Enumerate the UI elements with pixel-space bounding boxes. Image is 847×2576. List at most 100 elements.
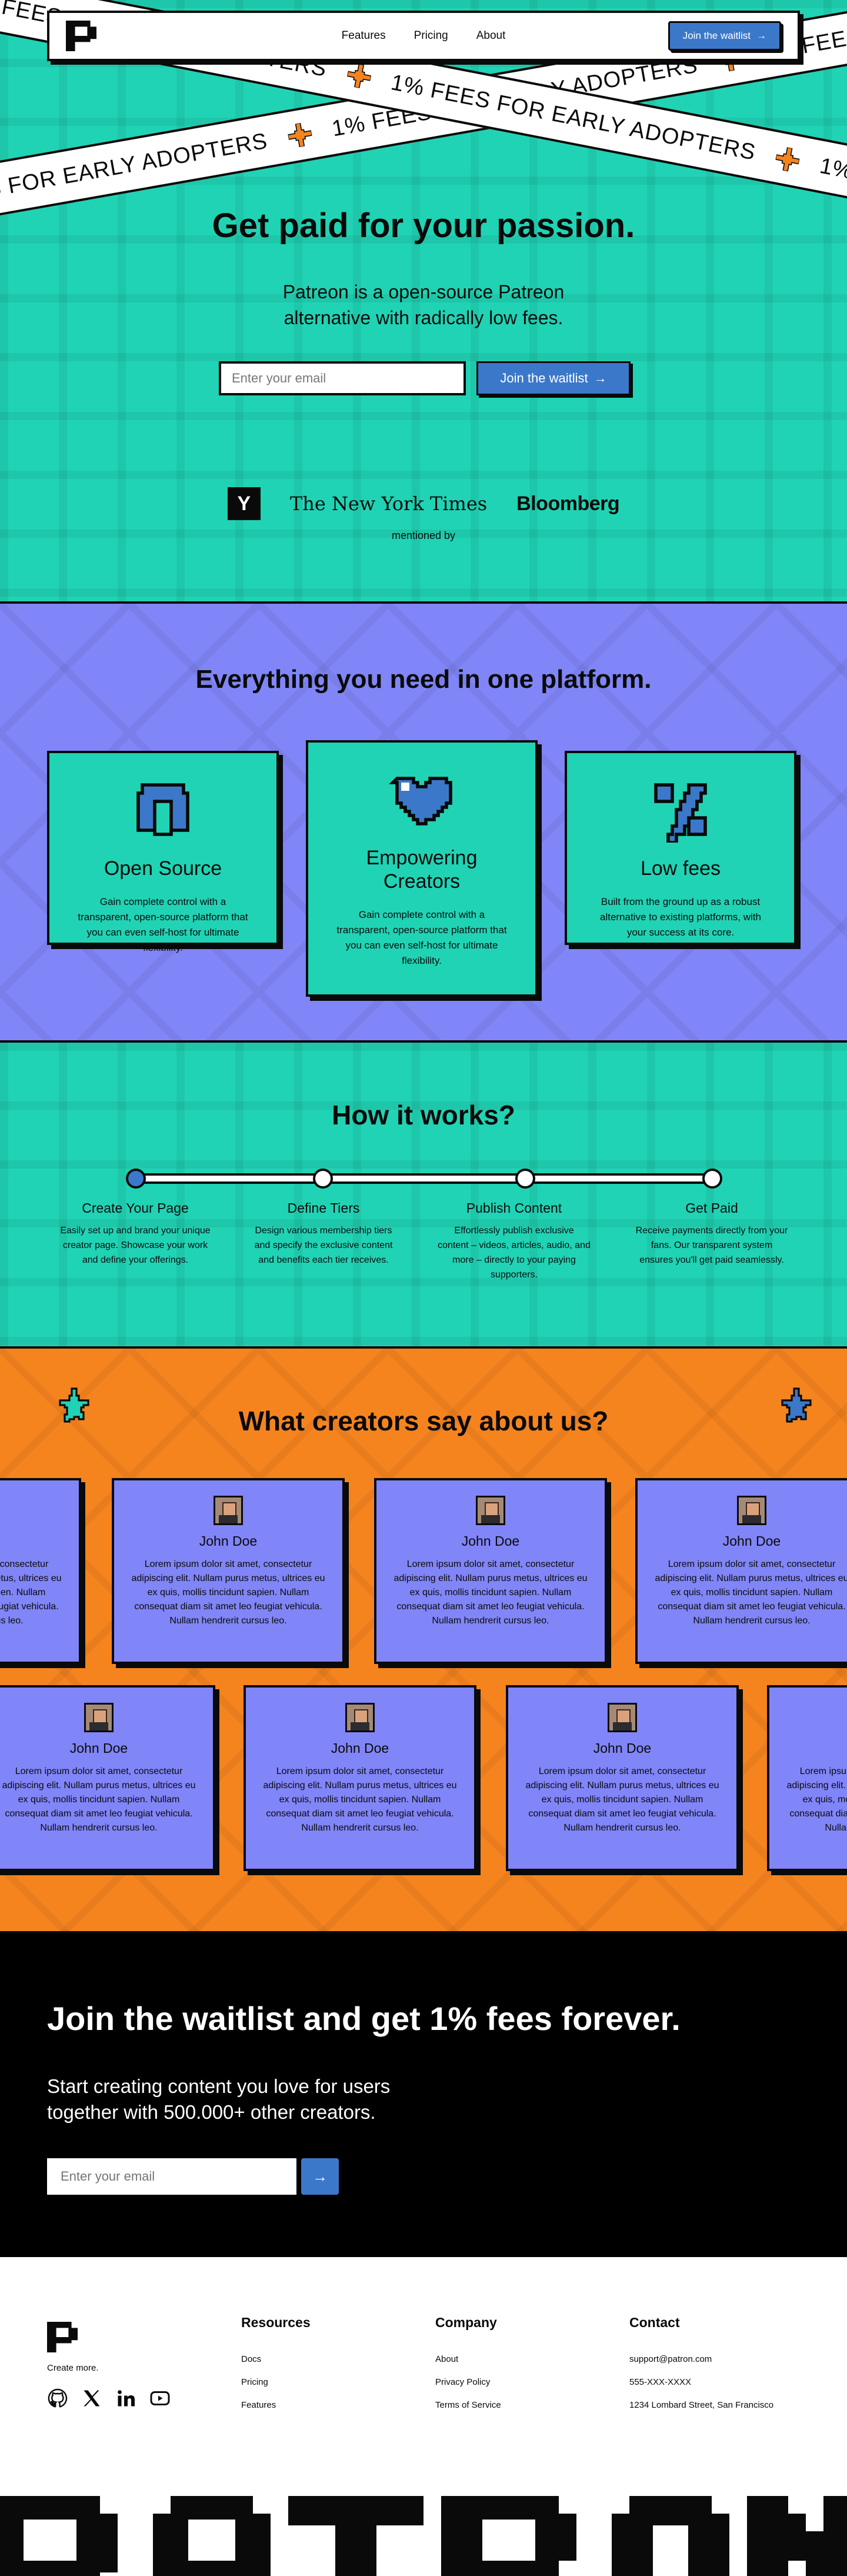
x-twitter-icon[interactable]: [81, 2388, 102, 2409]
waitlist-form: →: [47, 2158, 339, 2195]
youtube-icon[interactable]: [149, 2388, 171, 2409]
nav-join-waitlist-button[interactable]: Join the waitlist →: [668, 21, 781, 51]
footer-col-contact: Contact support@patron.com 555-XXX-XXXX …: [629, 2315, 773, 2423]
navbar: Features Pricing About Join the waitlist…: [47, 11, 800, 61]
step-item: Create Your Page Easily set up and brand…: [59, 1200, 212, 1267]
feature-text: Built from the ground up as a robust alt…: [599, 896, 761, 938]
testimonial-name: John Doe: [331, 1740, 389, 1756]
testimonial-card: John Doe Lorem ipsum dolor sit amet, con…: [635, 1478, 847, 1664]
step-node[interactable]: [515, 1169, 535, 1189]
patron-logo-icon[interactable]: [47, 2322, 78, 2352]
avatar: [737, 1496, 766, 1525]
hero-email-input[interactable]: [219, 361, 466, 395]
hero-signup-form: Join the waitlist →: [219, 361, 631, 395]
arrow-right-icon: →: [593, 371, 607, 385]
testimonial-card: John Doe Lorem ipsum dolor sit amet, con…: [374, 1478, 607, 1664]
avatar: [214, 1496, 243, 1525]
step-text: Easily set up and brand your unique crea…: [60, 1226, 211, 1265]
testimonial-name: John Doe: [722, 1533, 781, 1549]
footer-col-company: Company About Privacy Policy Terms of Se…: [435, 2315, 501, 2423]
footer-link-docs[interactable]: Docs: [241, 2354, 311, 2364]
feature-card: Open Source Gain complete control with a…: [47, 751, 279, 953]
nav-link-pricing[interactable]: Pricing: [414, 29, 448, 42]
sparkle-icon: [346, 63, 372, 89]
sparkle-icon: [775, 147, 801, 172]
footer-col-title: Resources: [241, 2315, 311, 2330]
linkedin-icon[interactable]: [115, 2388, 136, 2409]
step-title: Publish Content: [466, 1200, 562, 1216]
contact-address: 1234 Lombard Street, San Francisco: [629, 2400, 774, 2410]
footer-col-title: Company: [435, 2315, 497, 2330]
ycombinator-logo: Y: [227, 487, 261, 520]
avatar: [345, 1703, 375, 1732]
step-item: Define Tiers Design various membership t…: [247, 1200, 400, 1267]
features-title: Everything you need in one platform.: [195, 665, 652, 694]
footer-link-privacy[interactable]: Privacy Policy: [435, 2377, 501, 2387]
social-links: [47, 2388, 171, 2409]
waitlist-email-input[interactable]: [47, 2158, 296, 2195]
waitlist-submit-button[interactable]: →: [301, 2158, 339, 2195]
how-it-works-section: How it works? Create Your Page Easily se…: [0, 1043, 847, 1349]
arrow-right-icon: →: [312, 2167, 328, 2185]
testimonial-card: John Doe Lorem ipsum dolor sit amet, con…: [506, 1685, 739, 1871]
step-title: Define Tiers: [287, 1200, 360, 1216]
footer-link-features[interactable]: Features: [241, 2400, 311, 2410]
progress-track: [136, 1173, 713, 1184]
avatar: [84, 1703, 114, 1732]
testimonial-name: John Doe: [783, 1740, 847, 1756]
step-node[interactable]: [313, 1169, 333, 1189]
footer-link-terms[interactable]: Terms of Service: [435, 2400, 501, 2410]
feature-text: Gain complete control with a transparent…: [78, 896, 248, 953]
testimonial-card: John Doe Lorem ipsum dolor sit amet, con…: [0, 1685, 215, 1871]
testimonial-card: John Doe Lorem ipsum dolor sit amet, con…: [767, 1685, 847, 1871]
footer-tagline: Create more.: [47, 2363, 99, 2373]
tape-text: 1% FEES FOR EARLY ADOPTERS: [0, 128, 270, 217]
testimonial-quote: Lorem ipsum dolor sit amet, consectetur …: [0, 1559, 62, 1626]
feature-title: Empowering Creators: [366, 847, 478, 893]
nav-link-about[interactable]: About: [476, 29, 506, 42]
bloomberg-logo: Bloomberg: [516, 492, 620, 515]
waitlist-subtitle-line: Start creating content you love for user…: [47, 2075, 391, 2097]
testimonial-card: John Doe Lorem ipsum dolor sit amet, con…: [112, 1478, 345, 1664]
feature-title: Open Source: [104, 857, 222, 880]
testimonial-quote: Lorem ipsum dolor sit amet, consectetur …: [394, 1559, 588, 1626]
waitlist-subtitle: Start creating content you love for user…: [47, 2074, 471, 2125]
arrow-right-icon: →: [756, 30, 766, 41]
testimonials-section: What creators say about us? John Doe Lor…: [0, 1349, 847, 1933]
footer-link-pricing[interactable]: Pricing: [241, 2377, 311, 2387]
hero-cta-label: Join the waitlist: [500, 371, 588, 385]
how-title: How it works?: [332, 1100, 515, 1130]
contact-phone[interactable]: 555-XXX-XXXX: [629, 2377, 773, 2387]
step-node-active[interactable]: [126, 1169, 146, 1189]
github-icon[interactable]: [47, 2388, 68, 2409]
testimonial-card: John Doe Lorem ipsum dolor sit amet, con…: [244, 1685, 476, 1871]
patron-logo-icon[interactable]: [66, 21, 96, 51]
feature-text: Gain complete control with a transparent…: [336, 909, 507, 966]
avatar: [608, 1703, 637, 1732]
step-item: Get Paid Receive payments directly from …: [635, 1200, 788, 1267]
footer-link-about[interactable]: About: [435, 2354, 501, 2364]
footer: Create more. Resources Docs Pricing Feat…: [0, 2257, 847, 2470]
testimonials-title: What creators say about us?: [238, 1406, 609, 1436]
step-text: Design various membership tiers and spec…: [254, 1226, 393, 1265]
contact-email[interactable]: support@patron.com: [629, 2354, 773, 2364]
feature-title: Low fees: [640, 857, 721, 880]
hero-join-waitlist-button[interactable]: Join the waitlist →: [476, 361, 631, 395]
hero-title: Get paid for your passion.: [212, 207, 635, 245]
feature-card: Empowering Creators Gain complete contro…: [306, 740, 538, 997]
avatar: [476, 1496, 505, 1525]
sparkle-icon: [287, 122, 312, 148]
step-title: Get Paid: [685, 1200, 738, 1216]
step-node[interactable]: [702, 1169, 722, 1189]
testimonial-name: John Doe: [199, 1533, 258, 1549]
testimonial-name: John Doe: [593, 1740, 652, 1756]
magnet-icon: [136, 783, 189, 836]
nav-link-features[interactable]: Features: [342, 29, 386, 42]
feature-card: Low fees Built from the ground up as a r…: [565, 751, 796, 945]
testimonial-quote: Lorem ipsum dolor sit amet, consectetur …: [786, 1766, 847, 1833]
footer-col-resources: Resources Docs Pricing Features: [241, 2315, 311, 2423]
testimonial-name: John Doe: [461, 1533, 520, 1549]
heart-icon: [389, 777, 452, 826]
hero-subtitle-line: Patreon is a open-source Patreon: [282, 281, 565, 302]
step-text: Effortlessly publish exclusive content –…: [438, 1226, 591, 1280]
